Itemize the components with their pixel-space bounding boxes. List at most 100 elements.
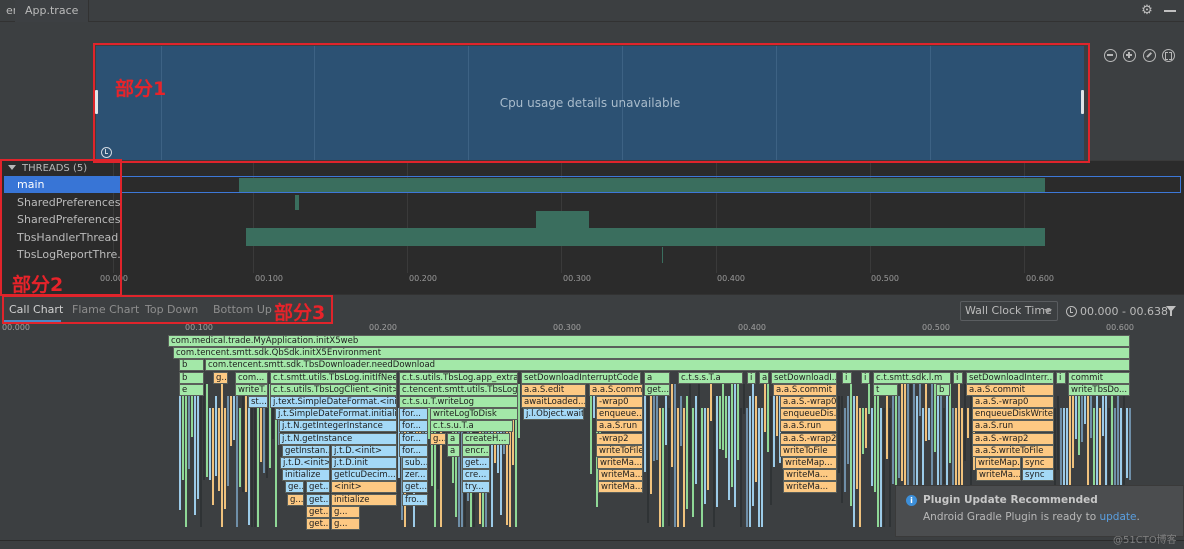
call-chart-node[interactable]: a.a.S.run <box>780 420 837 433</box>
minimize-icon[interactable] <box>1164 10 1176 12</box>
call-chart-node[interactable]: get... <box>644 383 670 396</box>
call-chart-node[interactable]: j.t.N.getIntegerInstance <box>279 420 397 433</box>
call-chart-node[interactable]: com... <box>235 371 268 384</box>
call-chart-node[interactable]: g... <box>287 493 304 506</box>
call-chart-node[interactable]: c.t.s.u.T.a <box>430 420 513 433</box>
call-chart-node[interactable]: writeMap... <box>782 457 837 469</box>
call-chart-node[interactable]: zer... <box>402 469 428 482</box>
call-chart-node[interactable]: i <box>747 371 756 384</box>
call-chart-node[interactable]: a.a.S.run <box>596 420 643 433</box>
call-chart-node[interactable]: a.a.S.-wrap2 <box>780 432 837 445</box>
call-chart-node[interactable]: writeMa... <box>783 469 837 482</box>
call-chart-node[interactable]: initialize <box>331 493 397 506</box>
call-chart-node[interactable]: a.a.S.writeToFile <box>972 444 1054 457</box>
call-chart-node[interactable]: a <box>447 444 460 457</box>
call-chart-node[interactable]: g... <box>430 432 446 445</box>
call-chart-node[interactable]: writeMa... <box>598 481 643 494</box>
call-chart-node[interactable]: a.a.S.commit <box>589 383 643 396</box>
call-chart-node[interactable]: i <box>953 371 963 384</box>
call-chart-node[interactable]: com.tencent.smtt.sdk.QbSdk.initX5Environ… <box>173 347 1130 360</box>
call-chart-node[interactable]: writeToFile <box>780 444 837 457</box>
call-chart-node[interactable]: <init> <box>331 481 397 494</box>
settings-icon[interactable]: ⚙ <box>1140 4 1154 18</box>
call-chart-node[interactable]: sync <box>1022 457 1054 469</box>
call-chart-node[interactable]: enqueue... <box>596 408 643 421</box>
call-chart-node[interactable]: writeMap... <box>975 457 1021 469</box>
call-chart-node[interactable]: a.a.S.-wrap0 <box>780 396 837 408</box>
call-chart-node[interactable]: for... <box>399 432 428 445</box>
call-chart-node[interactable]: j.t.SimpleDateFormat.initialize <box>275 408 397 421</box>
clock-type-dropdown[interactable]: Wall Clock Time <box>960 301 1058 321</box>
call-chart-node[interactable]: setDownloadInterruptCode <box>521 371 641 384</box>
call-chart-node[interactable]: enqueueDiskWrite <box>972 408 1054 421</box>
call-chart-node[interactable]: c.t.smtt.utils.TbsLog.initIfNeed <box>270 371 397 384</box>
call-chart-node[interactable]: writeT... <box>235 383 268 396</box>
call-chart-node[interactable]: com.medical.trade.MyApplication.initX5we… <box>168 335 1130 347</box>
update-link[interactable]: update <box>1099 511 1136 523</box>
call-chart-node[interactable]: get... <box>402 481 428 494</box>
call-chart-node[interactable]: c.t.s.utils.TbsLogClient.<init> <box>270 383 397 396</box>
call-chart-node[interactable]: j.t.D.<init> <box>331 444 397 457</box>
call-chart-node[interactable]: a.a.S.commit <box>966 383 1054 396</box>
call-chart-node[interactable]: getInstan... <box>282 444 330 457</box>
call-chart-node[interactable]: g... <box>331 518 360 530</box>
call-chart-node[interactable]: writeLogToDisk <box>430 408 518 421</box>
call-chart-node[interactable]: g... <box>213 371 228 384</box>
reset-zoom-icon[interactable] <box>1143 49 1156 62</box>
call-chart-node[interactable]: a <box>644 371 670 384</box>
call-chart-node[interactable]: c.tencent.smtt.utils.TbsLog.i <box>399 383 518 396</box>
call-chart-node[interactable]: sync <box>1022 469 1054 482</box>
call-chart-node[interactable]: getIcuDecim... <box>331 469 397 482</box>
call-chart-node[interactable]: g... <box>331 505 360 518</box>
call-chart-node[interactable]: writeToFile <box>596 444 643 457</box>
call-chart-node[interactable]: c.t.s.s.T.a <box>678 371 743 384</box>
call-chart-node[interactable]: cre... <box>462 469 490 482</box>
call-chart-node[interactable]: a.a.S.edit <box>521 383 586 396</box>
call-chart-node[interactable]: get... <box>306 518 330 530</box>
call-chart-node[interactable]: a.a.S.run <box>972 420 1054 433</box>
call-chart-node[interactable]: sub... <box>402 457 428 469</box>
call-chart-node[interactable]: b <box>179 371 204 384</box>
call-chart-node[interactable]: com.tencent.smtt.sdk.TbsDownloader.needD… <box>205 359 1130 372</box>
call-chart-node[interactable]: writeMa... <box>976 469 1021 482</box>
plugin-update-notification[interactable]: i Plugin Update Recommended Android Grad… <box>895 485 1184 537</box>
call-chart-node[interactable]: j.t.D.init <box>331 457 397 469</box>
call-chart-node[interactable]: j.t.D.<init> <box>280 457 330 469</box>
call-chart-node[interactable]: c.t.smtt.sdk.l.m <box>873 371 951 384</box>
call-chart-node[interactable]: for... <box>399 408 428 421</box>
call-chart-node[interactable]: writeMa... <box>598 469 643 482</box>
call-chart-node[interactable]: for... <box>399 444 428 457</box>
call-chart-node[interactable]: b <box>936 383 950 396</box>
call-chart-node[interactable]: get... <box>462 457 490 469</box>
call-chart-node[interactable]: writeMa... <box>597 457 643 469</box>
call-chart-node[interactable]: get... <box>306 505 330 518</box>
call-chart-node[interactable]: encr... <box>462 444 490 457</box>
call-chart-node[interactable]: j.l.Object.wait <box>523 408 584 421</box>
call-chart-node[interactable]: st... <box>248 396 268 408</box>
call-chart-node[interactable]: -wrap0 <box>596 396 643 408</box>
call-chart-node[interactable]: try... <box>462 481 490 494</box>
call-chart-node[interactable]: a.a.S.-wrap2 <box>972 432 1054 445</box>
call-chart-node[interactable]: fro... <box>402 493 428 506</box>
call-chart-node[interactable]: initialize <box>282 469 330 482</box>
call-chart-node[interactable]: writeTbsDo... <box>1068 383 1130 396</box>
call-chart-node[interactable]: ge... <box>285 481 304 494</box>
zoom-out-icon[interactable] <box>1104 49 1117 62</box>
call-chart-node[interactable]: a <box>759 371 769 384</box>
call-chart-node[interactable]: c.t.s.utils.TbsLog.app_extra <box>399 371 518 384</box>
call-chart-node[interactable]: enqueueDis... <box>780 408 837 421</box>
zoom-in-icon[interactable] <box>1123 49 1136 62</box>
call-chart-node[interactable]: b <box>179 359 204 372</box>
call-chart-node[interactable]: writeMa... <box>783 481 837 494</box>
call-chart-node[interactable]: createH... <box>462 432 510 445</box>
call-chart-node[interactable]: get... <box>306 493 330 506</box>
call-chart-node[interactable]: a.a.S.commit <box>773 383 837 396</box>
call-chart-node[interactable]: t <box>873 383 898 396</box>
call-chart-node[interactable]: i <box>1056 371 1066 384</box>
call-chart-node[interactable]: -wrap2 <box>596 432 643 445</box>
filter-icon[interactable] <box>1166 306 1176 316</box>
call-chart-node[interactable]: j.t.N.getInstance <box>279 432 397 445</box>
tab-app-trace[interactable]: App.trace <box>15 0 90 22</box>
call-chart-node[interactable]: for... <box>399 420 428 433</box>
call-chart-node[interactable]: setDownloadInterr... <box>966 371 1054 384</box>
